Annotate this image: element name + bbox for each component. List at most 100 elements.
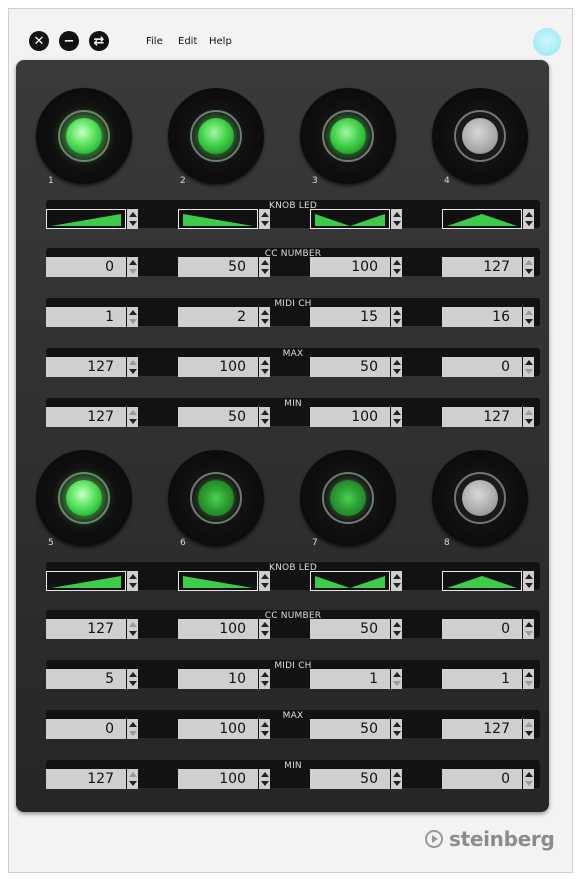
cc-number-value[interactable]: 0: [46, 257, 126, 277]
max-value[interactable]: 50: [310, 719, 390, 739]
arrow-down-icon[interactable]: [393, 681, 401, 686]
min-value[interactable]: 127: [46, 407, 126, 427]
spin-stepper[interactable]: [127, 719, 138, 739]
arrow-up-icon[interactable]: [393, 410, 401, 415]
midi-ch-value[interactable]: 2: [178, 307, 258, 327]
arrow-down-icon[interactable]: [393, 419, 401, 424]
arrow-down-icon[interactable]: [261, 781, 269, 786]
arrow-up-icon[interactable]: [393, 622, 401, 627]
close-icon[interactable]: ✕: [29, 31, 49, 51]
arrow-up-icon[interactable]: [129, 212, 137, 217]
min-value[interactable]: 50: [178, 407, 258, 427]
arrow-down-icon[interactable]: [525, 319, 533, 324]
spin-stepper[interactable]: [259, 669, 270, 689]
min-value[interactable]: 100: [310, 407, 390, 427]
midi-ch-value[interactable]: 5: [46, 669, 126, 689]
knob-1[interactable]: [36, 88, 132, 184]
arrow-up-icon[interactable]: [261, 360, 269, 365]
min-value[interactable]: 127: [46, 769, 126, 789]
knob-4[interactable]: [432, 88, 528, 184]
arrow-down-icon[interactable]: [525, 631, 533, 636]
spin-stepper[interactable]: [391, 571, 402, 591]
led-pattern-display[interactable]: [178, 209, 258, 229]
arrow-up-icon[interactable]: [393, 574, 401, 579]
arrow-up-icon[interactable]: [525, 772, 533, 777]
minimize-icon[interactable]: −: [59, 31, 79, 51]
spin-stepper[interactable]: [127, 769, 138, 789]
led-pattern-display[interactable]: [442, 209, 522, 229]
max-value[interactable]: 0: [46, 719, 126, 739]
arrow-down-icon[interactable]: [261, 419, 269, 424]
arrow-up-icon[interactable]: [525, 672, 533, 677]
arrow-up-icon[interactable]: [525, 410, 533, 415]
spin-stepper[interactable]: [523, 407, 534, 427]
midi-ch-value[interactable]: 1: [310, 669, 390, 689]
min-value[interactable]: 127: [442, 407, 522, 427]
arrow-down-icon[interactable]: [393, 631, 401, 636]
spin-stepper[interactable]: [523, 619, 534, 639]
knob-7[interactable]: [300, 450, 396, 546]
arrow-down-icon[interactable]: [129, 583, 137, 588]
arrow-up-icon[interactable]: [525, 360, 533, 365]
arrow-down-icon[interactable]: [525, 369, 533, 374]
spin-stepper[interactable]: [259, 307, 270, 327]
spin-stepper[interactable]: [523, 719, 534, 739]
cc-number-value[interactable]: 100: [310, 257, 390, 277]
spin-stepper[interactable]: [127, 571, 138, 591]
arrow-up-icon[interactable]: [525, 212, 533, 217]
spin-stepper[interactable]: [259, 719, 270, 739]
knob-5[interactable]: [36, 450, 132, 546]
spin-stepper[interactable]: [259, 209, 270, 229]
midi-ch-value[interactable]: 15: [310, 307, 390, 327]
cc-number-value[interactable]: 127: [442, 257, 522, 277]
arrow-down-icon[interactable]: [129, 269, 137, 274]
spin-stepper[interactable]: [259, 769, 270, 789]
cc-number-value[interactable]: 100: [178, 619, 258, 639]
arrow-down-icon[interactable]: [261, 681, 269, 686]
spin-stepper[interactable]: [127, 357, 138, 377]
max-value[interactable]: 127: [46, 357, 126, 377]
arrow-up-icon[interactable]: [261, 672, 269, 677]
cc-number-value[interactable]: 127: [46, 619, 126, 639]
arrow-down-icon[interactable]: [129, 319, 137, 324]
arrow-down-icon[interactable]: [393, 731, 401, 736]
arrow-down-icon[interactable]: [393, 369, 401, 374]
spin-stepper[interactable]: [391, 669, 402, 689]
spin-stepper[interactable]: [391, 307, 402, 327]
midi-ch-value[interactable]: 10: [178, 669, 258, 689]
arrow-up-icon[interactable]: [261, 574, 269, 579]
arrow-up-icon[interactable]: [129, 772, 137, 777]
arrow-down-icon[interactable]: [393, 269, 401, 274]
knob-3[interactable]: [300, 88, 396, 184]
menu-edit[interactable]: Edit: [178, 36, 197, 47]
knob-2[interactable]: [168, 88, 264, 184]
min-value[interactable]: 0: [442, 769, 522, 789]
arrow-down-icon[interactable]: [129, 419, 137, 424]
spin-stepper[interactable]: [391, 357, 402, 377]
spin-stepper[interactable]: [523, 669, 534, 689]
spin-stepper[interactable]: [391, 719, 402, 739]
cc-number-value[interactable]: 0: [442, 619, 522, 639]
arrow-down-icon[interactable]: [393, 781, 401, 786]
arrow-down-icon[interactable]: [261, 369, 269, 374]
spin-stepper[interactable]: [259, 407, 270, 427]
arrow-up-icon[interactable]: [261, 622, 269, 627]
arrow-down-icon[interactable]: [261, 319, 269, 324]
max-value[interactable]: 0: [442, 357, 522, 377]
min-value[interactable]: 50: [310, 769, 390, 789]
max-value[interactable]: 100: [178, 357, 258, 377]
spin-stepper[interactable]: [391, 257, 402, 277]
arrow-up-icon[interactable]: [261, 212, 269, 217]
arrow-down-icon[interactable]: [525, 221, 533, 226]
arrow-down-icon[interactable]: [525, 681, 533, 686]
swap-icon[interactable]: ⇄: [89, 31, 109, 51]
arrow-down-icon[interactable]: [129, 731, 137, 736]
arrow-up-icon[interactable]: [525, 310, 533, 315]
arrow-up-icon[interactable]: [261, 410, 269, 415]
arrow-down-icon[interactable]: [129, 681, 137, 686]
arrow-up-icon[interactable]: [393, 212, 401, 217]
arrow-up-icon[interactable]: [393, 672, 401, 677]
arrow-up-icon[interactable]: [129, 260, 137, 265]
spin-stepper[interactable]: [259, 257, 270, 277]
spin-stepper[interactable]: [259, 357, 270, 377]
